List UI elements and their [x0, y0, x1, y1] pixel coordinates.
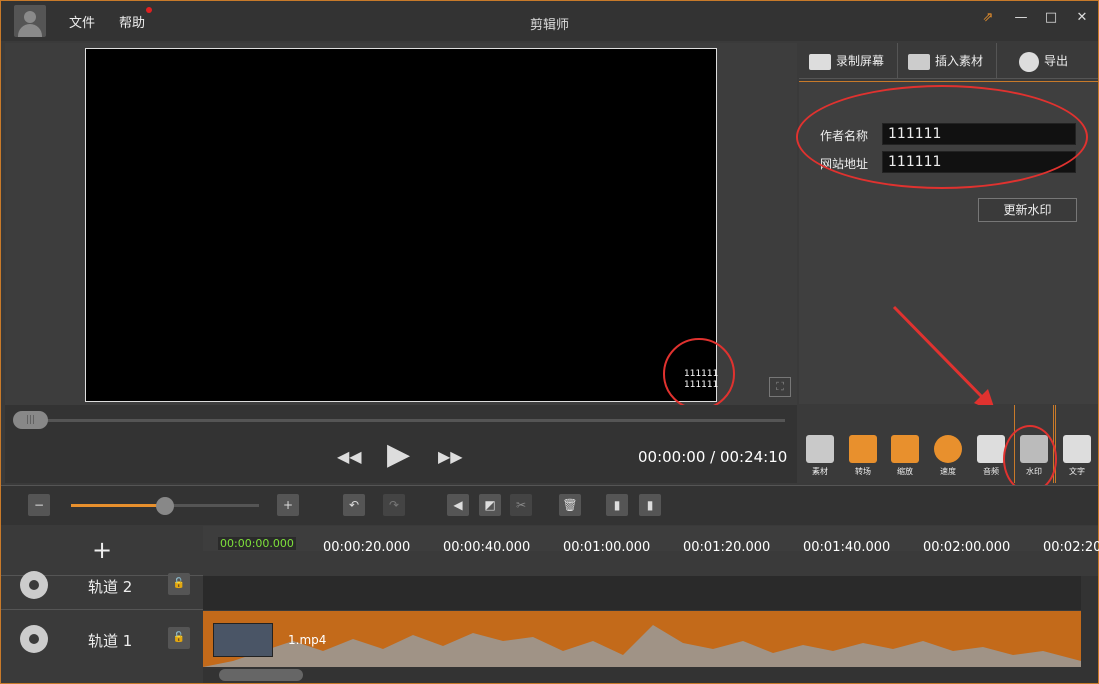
- film-reel-icon: [20, 571, 48, 599]
- maximize-icon[interactable]: □: [1042, 9, 1060, 27]
- tab-record-label: 录制屏幕: [836, 54, 885, 68]
- tool-transition[interactable]: 转场: [848, 435, 878, 477]
- tool-text[interactable]: 文字: [1062, 435, 1092, 477]
- ruler-tick-6: 00:02:00.000: [923, 540, 1011, 555]
- scissors-icon[interactable]: ✂: [510, 494, 532, 516]
- undo-icon[interactable]: ↶: [343, 494, 365, 516]
- pencil-icon: [1063, 435, 1091, 463]
- zoom-slider-handle[interactable]: [156, 497, 174, 515]
- tab-export[interactable]: 导出: [997, 43, 1098, 79]
- video-canvas[interactable]: [85, 48, 717, 402]
- zoom-icon: [891, 435, 919, 463]
- speed-icon: [934, 435, 962, 463]
- add-track-button[interactable]: +: [92, 536, 112, 564]
- trash-icon[interactable]: 🗑: [559, 494, 581, 516]
- tool-material-label: 素材: [812, 467, 828, 476]
- fullscreen-icon[interactable]: ⛶: [769, 377, 791, 397]
- tab-insert-material[interactable]: 插入素材: [898, 43, 997, 79]
- right-tabs: 录制屏幕 插入素材 导出: [799, 43, 1098, 79]
- bars-down-icon[interactable]: ▮: [639, 494, 661, 516]
- tool-text-label: 文字: [1069, 467, 1085, 476]
- speaker-icon: [977, 435, 1005, 463]
- film-reel-icon: [20, 625, 48, 653]
- forward-button[interactable]: ▶▶: [438, 447, 463, 466]
- annotation-arrow: [892, 305, 996, 413]
- tool-zoom[interactable]: 缩放: [890, 435, 920, 477]
- lock-icon[interactable]: 🔓: [168, 627, 190, 649]
- tab-export-label: 导出: [1044, 54, 1069, 68]
- progress-track[interactable]: [15, 419, 785, 422]
- redo-icon[interactable]: ↷: [383, 494, 405, 516]
- bars-up-icon[interactable]: ▮: [606, 494, 628, 516]
- clip-name: 1.mp4: [288, 633, 327, 647]
- ruler-tick-3: 00:01:00.000: [563, 540, 651, 555]
- tab-record-screen[interactable]: 录制屏幕: [799, 43, 898, 79]
- horizontal-scroll-thumb[interactable]: [219, 669, 303, 681]
- app-window: 文件 帮助 剪辑师 ⇗ — □ ✕ 111111 111111 ⛶ ||| ◀◀…: [0, 0, 1099, 684]
- lock-icon[interactable]: 🔓: [168, 573, 190, 595]
- tool-material[interactable]: 素材: [805, 435, 835, 477]
- ruler-tick-7: 00:02:20: [1043, 540, 1099, 555]
- folder-icon: [806, 435, 834, 463]
- camera-icon: [908, 53, 930, 70]
- horizontal-scrollbar[interactable]: [203, 667, 1098, 683]
- tool-audio[interactable]: 音频: [976, 435, 1006, 477]
- tab-insert-label: 插入素材: [935, 54, 984, 68]
- ruler-tick-4: 00:01:20.000: [683, 540, 771, 555]
- time-display: 00:00:00 / 00:24:10: [638, 448, 788, 466]
- app-title: 剪辑师: [529, 18, 569, 33]
- track-2-lane[interactable]: [203, 576, 1081, 610]
- zoom-slider-fill: [71, 504, 165, 507]
- restore-icon[interactable]: ⇗: [979, 9, 997, 27]
- minimize-icon[interactable]: —: [1012, 9, 1030, 27]
- current-time-marker: 00:00:00.000: [218, 537, 296, 550]
- transition-icon: [849, 435, 877, 463]
- film-reel-icon: [1019, 51, 1039, 72]
- rewind-button[interactable]: ◀◀: [337, 447, 362, 466]
- zoom-out-icon[interactable]: −: [28, 494, 50, 516]
- ruler-tick-5: 00:01:40.000: [803, 540, 891, 555]
- tool-zoom-label: 缩放: [897, 467, 913, 476]
- vertical-scrollbar[interactable]: [1081, 576, 1098, 667]
- highlight-circle-tool: [1003, 425, 1057, 493]
- record-camera-icon: [809, 53, 831, 70]
- track-1-name: 轨道 1: [88, 632, 133, 650]
- close-icon[interactable]: ✕: [1073, 9, 1091, 27]
- progress-handle[interactable]: |||: [13, 411, 48, 429]
- tool-speed[interactable]: 速度: [933, 435, 963, 477]
- crop-icon[interactable]: ◩: [479, 494, 501, 516]
- update-watermark-button[interactable]: 更新水印: [978, 198, 1077, 222]
- track-2-name: 轨道 2: [88, 578, 133, 596]
- ruler-tick-2: 00:00:40.000: [443, 540, 531, 555]
- tool-speed-label: 速度: [940, 467, 956, 476]
- audio-waveform: [203, 625, 1081, 667]
- volume-icon[interactable]: ◀: [447, 494, 469, 516]
- highlight-circle-watermark: [663, 338, 735, 410]
- highlight-circle-form: [796, 85, 1088, 189]
- tool-transition-label: 转场: [855, 467, 871, 476]
- play-button[interactable]: ▶: [387, 437, 410, 472]
- tool-audio-label: 音频: [983, 467, 999, 476]
- ruler-tick-1: 00:00:20.000: [323, 540, 411, 555]
- zoom-in-icon[interactable]: +: [277, 494, 299, 516]
- notification-dot: [146, 7, 152, 13]
- title-bar: 文件 帮助 剪辑师 ⇗ — □ ✕: [1, 1, 1098, 41]
- clip-thumbnail: [213, 623, 273, 657]
